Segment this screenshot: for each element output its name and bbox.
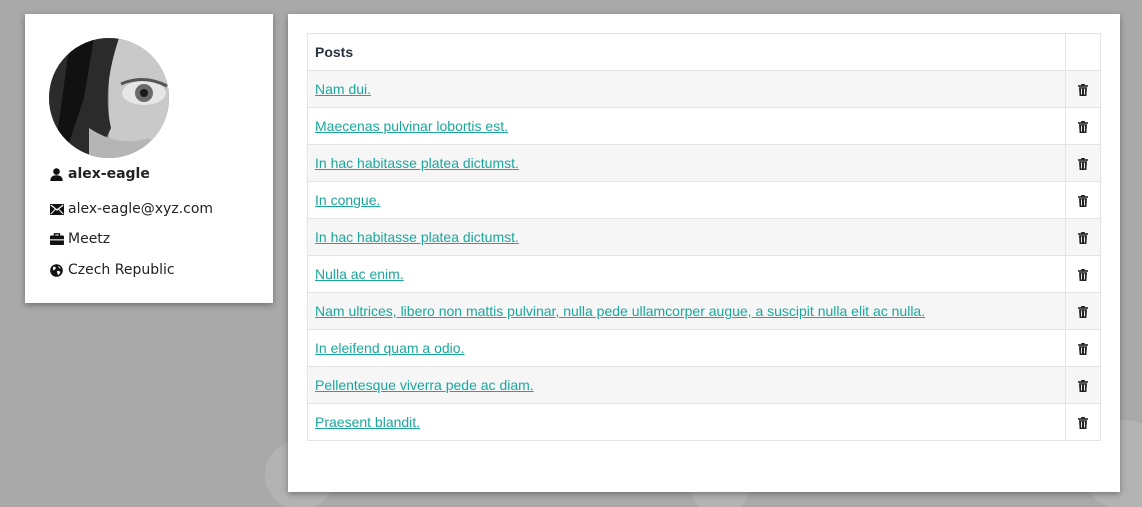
profile-email: alex-eagle@xyz.com (68, 201, 214, 217)
trash-icon[interactable] (1076, 342, 1090, 356)
post-link[interactable]: In hac habitasse platea dictumst. (315, 229, 519, 245)
actions-column-header (1065, 33, 1101, 71)
avatar (49, 38, 169, 158)
table-row: In hac habitasse platea dictumst. (307, 218, 1101, 256)
post-link[interactable]: Nam ultrices, libero non mattis pulvinar… (315, 303, 925, 319)
trash-icon[interactable] (1076, 231, 1090, 245)
post-link[interactable]: Nulla ac enim. (315, 266, 404, 282)
trash-icon[interactable] (1076, 83, 1090, 97)
table-row: In eleifend quam a odio. (307, 329, 1101, 367)
posts-card: Posts Nam dui. Maecenas pulvinar loborti… (288, 14, 1120, 492)
table-row: In hac habitasse platea dictumst. (307, 144, 1101, 182)
posts-column-header: Posts (307, 33, 1066, 71)
post-link[interactable]: Maecenas pulvinar lobortis est. (315, 118, 508, 134)
envelope-icon (49, 202, 64, 216)
profile-country-row: Czech Republic (49, 261, 273, 279)
profile-card: alex-eagle alex-eagle@xyz.com Meetz Czec… (25, 14, 273, 303)
post-link[interactable]: Pellentesque viverra pede ac diam. (315, 377, 534, 393)
trash-icon[interactable] (1076, 379, 1090, 393)
profile-email-row: alex-eagle@xyz.com (49, 200, 273, 218)
posts-table: Posts Nam dui. Maecenas pulvinar loborti… (307, 33, 1101, 441)
profile-company-row: Meetz (49, 230, 273, 248)
post-link[interactable]: In hac habitasse platea dictumst. (315, 155, 519, 171)
table-row: Praesent blandit. (307, 403, 1101, 441)
trash-icon[interactable] (1076, 268, 1090, 282)
trash-icon[interactable] (1076, 194, 1090, 208)
table-header-row: Posts (307, 33, 1101, 71)
profile-username: alex-eagle (68, 166, 150, 182)
trash-icon[interactable] (1076, 157, 1090, 171)
profile-username-row: alex-eagle (49, 165, 273, 183)
user-icon (49, 167, 64, 181)
profile-company: Meetz (68, 231, 111, 247)
trash-icon[interactable] (1076, 120, 1090, 134)
table-row: Maecenas pulvinar lobortis est. (307, 107, 1101, 145)
table-row: Pellentesque viverra pede ac diam. (307, 366, 1101, 404)
briefcase-icon (49, 232, 64, 246)
table-row: Nam ultrices, libero non mattis pulvinar… (307, 292, 1101, 330)
trash-icon[interactable] (1076, 305, 1090, 319)
table-row: Nulla ac enim. (307, 255, 1101, 293)
post-link[interactable]: Nam dui. (315, 81, 371, 97)
table-row: Nam dui. (307, 70, 1101, 108)
post-link[interactable]: Praesent blandit. (315, 414, 420, 430)
table-row: In congue. (307, 181, 1101, 219)
post-link[interactable]: In congue. (315, 192, 380, 208)
trash-icon[interactable] (1076, 416, 1090, 430)
globe-icon (49, 263, 64, 277)
post-link[interactable]: In eleifend quam a odio. (315, 340, 464, 356)
profile-country: Czech Republic (68, 262, 175, 278)
